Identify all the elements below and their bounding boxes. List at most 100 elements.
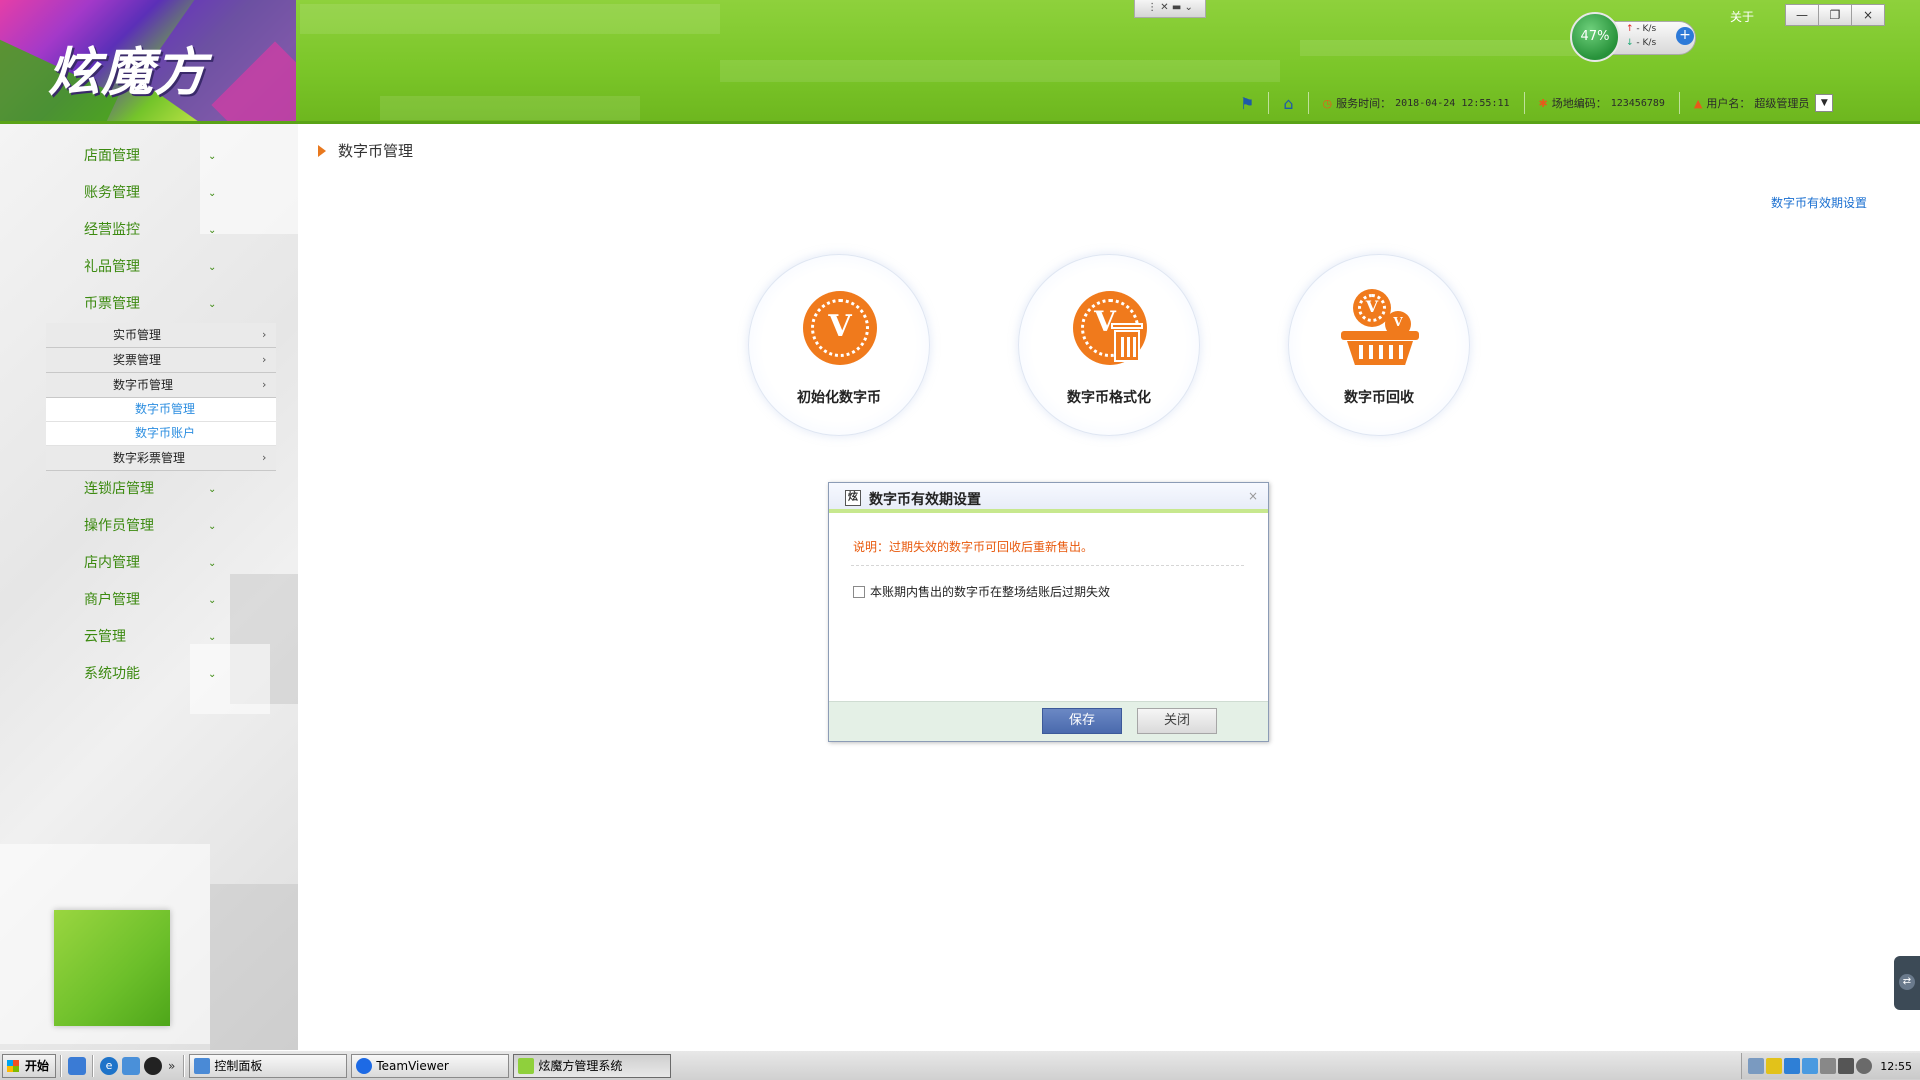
chevron-right-icon: › bbox=[262, 353, 267, 366]
submenu-item-digital-coin-accounts[interactable]: 数字币账户 bbox=[46, 422, 276, 446]
taskbar-item-management-system[interactable]: 炫魔方管理系统 bbox=[513, 1053, 672, 1078]
submenu-item-label: 数字币管理 bbox=[113, 378, 174, 392]
sidebar-item-system[interactable]: 系统功能 ⌄ bbox=[0, 656, 298, 693]
coin-basket-icon: V V bbox=[1341, 289, 1419, 367]
arrow-left-icon: ⇄ bbox=[1899, 974, 1915, 990]
header-decoration bbox=[1300, 40, 1600, 56]
chevron-right-icon: › bbox=[262, 451, 267, 464]
sidebar-item-store[interactable]: 店面管理 ⌄ bbox=[0, 138, 298, 175]
submenu-item-digital-coin-management[interactable]: 数字币管理 bbox=[46, 398, 276, 422]
app-icon bbox=[518, 1057, 535, 1074]
chevron-down-icon: ⌄ bbox=[208, 558, 217, 569]
app-icon: 炫 bbox=[845, 490, 861, 506]
service-time-label: 服务时间： bbox=[1336, 97, 1392, 110]
pin-button[interactable]: ⚑ bbox=[1226, 92, 1268, 114]
system-tray: 12:55 bbox=[1741, 1053, 1920, 1079]
chevron-right-icon: › bbox=[262, 378, 267, 391]
taskbar-separator bbox=[60, 1054, 63, 1077]
coins-tickets-submenu: 实币管理 › 奖票管理 › 数字币管理 › 数字币管理 数字币账户 数字彩票管理 › bbox=[46, 323, 276, 471]
app-header: 炫魔方 ⋮ ✕ ▬ ⌄ 47% ↑ - K/s ↓ - K/s + 关于 — ❐… bbox=[0, 0, 1920, 124]
more-quicklaunch-icon[interactable]: » bbox=[168, 1059, 175, 1073]
sidebar-item-label: 经营监控 bbox=[84, 222, 140, 238]
header-decoration bbox=[720, 60, 1280, 82]
save-button[interactable]: 保存 bbox=[1042, 708, 1122, 734]
restore-button[interactable]: ❐ bbox=[1818, 4, 1852, 26]
chevron-down-icon: ⌄ bbox=[208, 484, 217, 495]
taskbar-item-control-panel[interactable]: 控制面板 bbox=[189, 1053, 348, 1078]
network-expand-icon[interactable]: + bbox=[1676, 27, 1694, 45]
window-controls: — ❐ × bbox=[1785, 4, 1885, 26]
cancel-button[interactable]: 关闭 bbox=[1137, 708, 1217, 734]
sidebar-item-in-store[interactable]: 店内管理 ⌄ bbox=[0, 545, 298, 582]
sidebar-item-gifts[interactable]: 礼品管理 ⌄ bbox=[0, 249, 298, 286]
taskbar-item-label: TeamViewer bbox=[376, 1058, 449, 1073]
home-icon: ⌂ bbox=[1283, 93, 1294, 113]
user-dropdown-button[interactable]: ▼ bbox=[1815, 94, 1834, 112]
start-button[interactable]: 开始 bbox=[2, 1053, 57, 1078]
display-icon[interactable] bbox=[1802, 1058, 1819, 1074]
sidebar: 店面管理 ⌄ 账务管理 ⌄ 经营监控 ⌄ 礼品管理 ⌄ 币票管理 ⌄ 实币管理 › 奖票管理… bbox=[0, 124, 298, 1050]
dialog-close-icon[interactable]: × bbox=[1248, 489, 1258, 503]
expiry-settings-link[interactable]: 数字币有效期设置 bbox=[1771, 194, 1867, 211]
submenu-item-tickets[interactable]: 奖票管理 › bbox=[46, 348, 276, 373]
submenu-item-label: 实币管理 bbox=[113, 328, 162, 342]
about-link[interactable]: 关于 bbox=[1730, 8, 1754, 25]
teamviewer-tray-icon[interactable] bbox=[1784, 1058, 1801, 1074]
clock[interactable]: 12:55 bbox=[1880, 1060, 1912, 1073]
taskbar-separator bbox=[183, 1054, 186, 1077]
sidebar-item-merchants[interactable]: 商户管理 ⌄ bbox=[0, 582, 298, 619]
format-digital-coin-button[interactable]: V 数字币格式化 bbox=[1018, 254, 1200, 436]
app-logo: 炫魔方 bbox=[0, 0, 296, 124]
sidebar-item-label: 商户管理 bbox=[84, 592, 140, 608]
close-window-button[interactable]: × bbox=[1851, 4, 1885, 26]
explorer-icon[interactable] bbox=[122, 1056, 141, 1075]
taskbar-item-teamviewer[interactable]: TeamViewer bbox=[351, 1053, 510, 1078]
volume-icon[interactable] bbox=[1838, 1058, 1855, 1074]
home-button[interactable]: ⌂ bbox=[1268, 92, 1307, 114]
sidebar-item-label: 云管理 bbox=[84, 629, 126, 645]
username-label: 用户名： bbox=[1706, 97, 1751, 110]
coin-trash-icon: V bbox=[1071, 289, 1149, 367]
sidebar-item-monitoring[interactable]: 经营监控 ⌄ bbox=[0, 212, 298, 249]
sidebar-item-coins-tickets[interactable]: 币票管理 ⌄ bbox=[0, 286, 298, 323]
teamviewer-side-tab[interactable]: ⇄ bbox=[1894, 956, 1920, 1010]
usb-icon[interactable] bbox=[1820, 1058, 1837, 1074]
venue-code-label: 场地编码： bbox=[1551, 97, 1607, 110]
security-icon[interactable] bbox=[1766, 1058, 1783, 1074]
desktop-icon[interactable] bbox=[68, 1056, 87, 1075]
sidebar-menu: 店面管理 ⌄ 账务管理 ⌄ 经营监控 ⌄ 礼品管理 ⌄ 币票管理 ⌄ 实币管理 › 奖票管理… bbox=[0, 138, 298, 693]
action-label: 数字币回收 bbox=[1344, 390, 1414, 406]
page-title: 数字币管理 bbox=[338, 142, 414, 160]
submenu-item-physical-coins[interactable]: 实币管理 › bbox=[46, 323, 276, 348]
dialog-footer: 保存 关闭 bbox=[829, 701, 1268, 741]
sidebar-item-operators[interactable]: 操作员管理 ⌄ bbox=[0, 508, 298, 545]
download-arrow-icon: ↓ bbox=[1626, 38, 1634, 48]
header-collapse-tab[interactable]: ⋮ ✕ ▬ ⌄ bbox=[1134, 0, 1206, 18]
star-icon: ✱ bbox=[1538, 96, 1548, 110]
info-icon[interactable] bbox=[1856, 1058, 1873, 1074]
dialog-titlebar[interactable]: 炫 数字币有效期设置 × bbox=[829, 483, 1268, 513]
expire-after-settlement-option[interactable]: 本账期内售出的数字币在整场结账后过期失效 bbox=[853, 583, 1110, 600]
submenu-item-digital-coins[interactable]: 数字币管理 › bbox=[46, 373, 276, 398]
initialize-digital-coin-button[interactable]: V 初始化数字币 bbox=[748, 254, 930, 436]
network-monitor-widget[interactable]: 47% ↑ - K/s ↓ - K/s + bbox=[1570, 12, 1698, 62]
decorative-green-tile bbox=[54, 910, 170, 1026]
taskbar-item-label: 炫魔方管理系统 bbox=[538, 1058, 623, 1073]
expire-after-settlement-checkbox[interactable] bbox=[853, 585, 865, 598]
network-icon[interactable] bbox=[1748, 1058, 1765, 1074]
dialog-title: 数字币有效期设置 bbox=[869, 492, 981, 508]
sidebar-item-label: 店内管理 bbox=[84, 555, 140, 571]
recycle-digital-coin-button[interactable]: V V 数字币回收 bbox=[1288, 254, 1470, 436]
username-value: 超级管理员 bbox=[1754, 97, 1810, 110]
header-decoration bbox=[300, 4, 720, 34]
taskbar-separator bbox=[92, 1054, 95, 1077]
submenu-item-digital-lottery[interactable]: 数字彩票管理 › bbox=[46, 446, 276, 471]
sidebar-item-accounts[interactable]: 账务管理 ⌄ bbox=[0, 175, 298, 212]
qq-icon[interactable] bbox=[144, 1056, 163, 1075]
ie-browser-icon[interactable]: e bbox=[100, 1056, 119, 1075]
sidebar-item-chain-stores[interactable]: 连锁店管理 ⌄ bbox=[0, 471, 298, 508]
sidebar-item-cloud[interactable]: 云管理 ⌄ bbox=[0, 619, 298, 656]
minimize-button[interactable]: — bbox=[1785, 4, 1819, 26]
sidebar-item-label: 账务管理 bbox=[84, 185, 140, 201]
sidebar-item-label: 操作员管理 bbox=[84, 518, 154, 534]
